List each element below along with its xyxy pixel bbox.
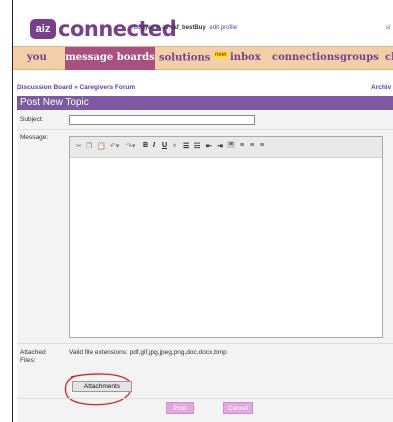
login-status: Logged in as: laf_bestBuy edit profile [134,25,237,31]
message-label: Message: [20,134,49,141]
nav-solutions-label: solutions [159,52,211,64]
align-right-icon[interactable]: ≡ [250,142,254,149]
subject-input[interactable] [69,115,255,125]
outdent-icon[interactable]: ⇤ [206,142,212,150]
italic-icon[interactable]: I [153,142,155,149]
undo-icon[interactable]: ↶▾ [110,142,119,150]
nav-solutions[interactable]: solutions new [159,52,228,63]
row-divider [17,129,393,130]
copy-icon[interactable]: ❐ [86,142,92,150]
indent-icon[interactable]: ⇥ [217,142,223,150]
paste-icon[interactable]: 📋 [97,142,106,150]
login-username: laf_bestBuy [171,25,206,31]
subject-label: Subject: [20,116,44,123]
post-button[interactable]: Post [166,402,194,414]
attachments-button[interactable]: Attachments [72,381,132,392]
login-prefix: Logged in as: [134,25,172,31]
nav-you[interactable]: you [27,52,47,63]
breadcrumb-separator: » [74,84,78,91]
align-left-icon[interactable]: ≡ [227,141,236,148]
strikethrough-icon[interactable]: ♁ [172,142,177,149]
attached-label-line2: Files: [20,357,36,364]
cancel-button[interactable]: Cancel [223,402,253,414]
archive-link[interactable]: Archiv [371,84,391,91]
new-badge: new [213,52,228,58]
top-right-link[interactable]: si [386,25,390,31]
bold-icon[interactable]: B [143,142,148,149]
editor-toolbar: ✂ ❐ 📋 ↶▾ ↷▾ B I U ♁ ☰ ☷ ⇤ ⇥ ≡ ≡ ≡ ≡ [70,137,382,158]
attached-files-label: Attached Files: [20,349,46,365]
cut-icon[interactable]: ✂ [76,142,82,150]
redo-icon[interactable]: ↷▾ [126,142,135,150]
nav-connections[interactable]: connections [272,52,340,63]
ordered-list-icon[interactable]: ☰ [183,142,189,150]
nav-message-boards[interactable]: message boards [65,47,155,70]
underline-icon[interactable]: U [162,142,167,149]
nav-message-boards-label: message boards [65,52,155,63]
nav-groups[interactable]: groups [340,52,379,63]
valid-extensions-text: Valid file extensions: pdf,gif,jpg,jpeg,… [69,349,227,356]
page-title: Post New Topic [20,97,89,108]
breadcrumb-forum-link[interactable]: Caregivers Forum [80,84,136,91]
form-header: Post New Topic [17,96,393,110]
breadcrumb: Discussion Board » Caregivers Forum [17,84,135,91]
row-divider [17,398,393,399]
row-divider [17,343,393,344]
unordered-list-icon[interactable]: ☷ [194,142,200,150]
main-nav: you message boards solutions new inbox c… [13,46,393,70]
nav-overflow[interactable]: cl [385,52,393,63]
justify-icon[interactable]: ≡ [260,142,264,149]
message-editor[interactable]: ✂ ❐ 📋 ↶▾ ↷▾ B I U ♁ ☰ ☷ ⇤ ⇥ ≡ ≡ ≡ ≡ [69,136,383,338]
align-center-icon[interactable]: ≡ [240,142,244,149]
attached-label-line1: Attached [20,349,46,356]
logo-badge: aiz [30,19,56,39]
edit-profile-link[interactable]: edit profile [209,25,237,31]
nav-inbox[interactable]: inbox [230,52,261,63]
breadcrumb-board-link[interactable]: Discussion Board [17,84,72,91]
